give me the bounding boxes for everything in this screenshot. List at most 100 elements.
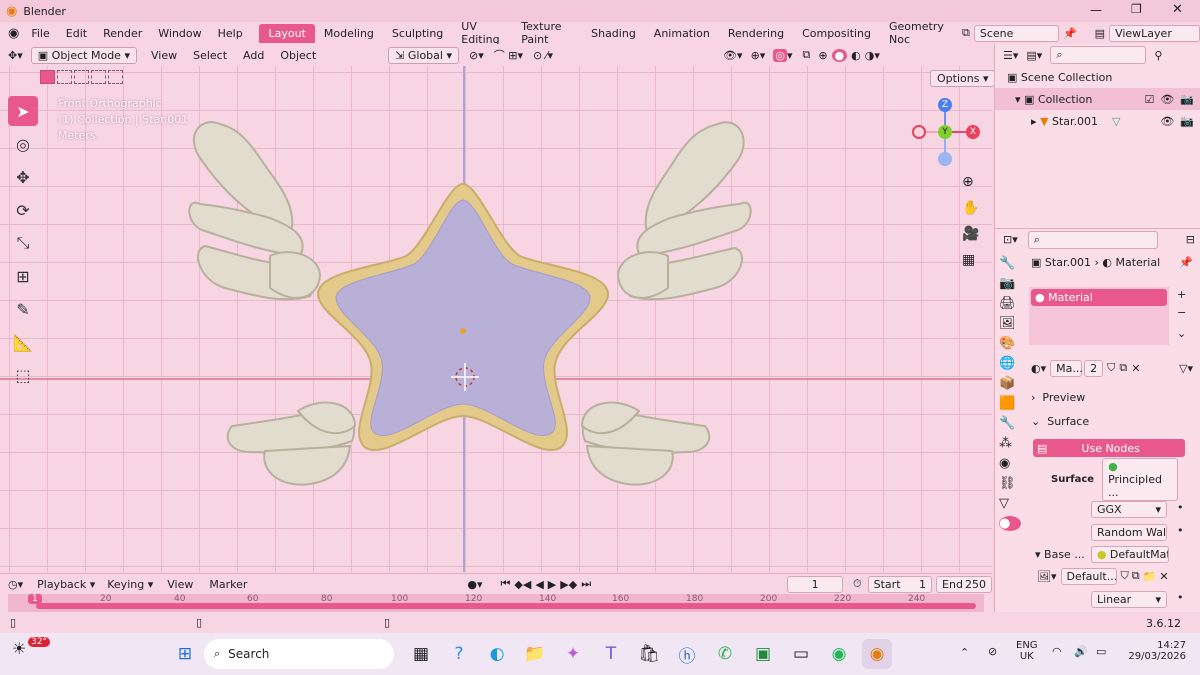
blender-taskbar-icon[interactable]: ◉ — [862, 639, 892, 669]
interpolation-dot-icon[interactable]: • — [1177, 591, 1184, 604]
image-browse-icon[interactable]: 🖼▾ — [1037, 570, 1057, 583]
overlays-icon[interactable]: ◎ — [773, 48, 787, 62]
options-button[interactable]: Options ▾ — [930, 70, 996, 87]
filter-mode-icon[interactable]: ▤▾ — [1026, 49, 1042, 62]
outliner-type-icon[interactable]: ☰▾ — [1003, 49, 1018, 62]
next-keyframe-icon[interactable]: ▶◆ — [560, 578, 577, 591]
shading-wire-icon[interactable]: ⊕ — [818, 49, 827, 62]
subsurface-dot-icon[interactable]: • — [1177, 524, 1184, 537]
material-browse-icon[interactable]: ◐▾ — [1031, 362, 1046, 375]
collection-tab-icon[interactable]: 📦 — [999, 376, 1021, 391]
close-window-button[interactable]: ✕ — [1172, 2, 1183, 17]
material-name-field[interactable]: Ma... — [1050, 359, 1083, 377]
maximize-button[interactable]: ❐ — [1131, 2, 1142, 16]
timeline-scrubber[interactable]: 1 20 40 60 80 100 120 140 160 180 200 22… — [8, 594, 984, 612]
properties-type-icon[interactable]: ⊡▾ — [1003, 233, 1018, 246]
image-name-field[interactable]: Default... — [1060, 567, 1117, 585]
menu-window[interactable]: Window — [150, 27, 209, 40]
editor-type-icon[interactable]: ✥▾ — [8, 49, 23, 62]
volume-icon[interactable]: 🔊 — [1074, 645, 1088, 658]
outliner-filter-icon[interactable]: ⚲ — [1154, 49, 1162, 62]
surface-shader-field[interactable]: ● Principled ... — [1102, 457, 1179, 501]
prev-keyframe-icon[interactable]: ◆◀ — [514, 578, 531, 591]
modifier-icon[interactable]: ▽ — [1112, 115, 1120, 128]
teams-icon[interactable]: T — [596, 639, 626, 669]
jump-end-icon[interactable]: ⏭ — [581, 577, 591, 591]
play-reverse-icon[interactable]: ◀ — [535, 578, 543, 591]
preview-panel-header[interactable]: › Preview — [1025, 386, 1200, 408]
object-eye-icon[interactable]: 👁 — [1160, 115, 1174, 128]
use-nodes-button[interactable]: ▤ Use Nodes — [1033, 439, 1185, 457]
timeline-editor-icon[interactable]: ◷▾ — [8, 578, 23, 591]
view-layer-icon[interactable]: ▤ — [1095, 27, 1105, 40]
measure-tool-icon[interactable]: 📐 — [8, 327, 38, 357]
outliner-scene-collection[interactable]: ▣ Scene Collection — [995, 66, 1200, 88]
tab-compositing[interactable]: Compositing — [793, 24, 880, 43]
gizmo-neg-z[interactable] — [938, 152, 952, 166]
image-fake-user-icon[interactable]: ⛉ — [1121, 569, 1129, 583]
distribution-dot-icon[interactable]: • — [1177, 501, 1184, 514]
material-slot-item[interactable]: ● Material — [1031, 289, 1167, 306]
physics-tab-icon[interactable]: ◉ — [999, 456, 1021, 471]
material-slots-list[interactable]: ● Material — [1029, 287, 1169, 345]
interpolation-dropdown[interactable]: Linear ▾ — [1091, 591, 1167, 608]
image-unlink-icon[interactable]: ✕ — [1159, 570, 1168, 583]
zoom-icon[interactable]: ⊕ — [962, 174, 974, 190]
weather-icon[interactable]: ☀ — [12, 639, 26, 658]
select-invert-icon[interactable] — [91, 70, 106, 84]
view-layer-tab-icon[interactable]: 🖼 — [999, 316, 1021, 331]
add-slot-button[interactable]: + — [1177, 288, 1186, 301]
eye-icon[interactable]: 👁 — [1160, 93, 1174, 106]
current-frame-field[interactable]: 1 — [787, 575, 844, 593]
base-color-field[interactable]: ● DefaultMat... — [1090, 545, 1169, 563]
timeline-view-menu[interactable]: View — [159, 578, 201, 591]
battery-icon[interactable]: ▭ — [1096, 645, 1106, 658]
link-icon[interactable]: ▽▾ — [1179, 362, 1193, 375]
material-tab-icon[interactable]: ● — [999, 516, 1021, 531]
expand-icon[interactable]: ▸ — [1031, 115, 1037, 128]
viewport-menu-add[interactable]: Add — [235, 49, 272, 62]
end-frame-field[interactable]: End 250 — [936, 575, 992, 593]
cursor-tool-icon[interactable]: ◎ — [8, 129, 38, 159]
object-camera-icon[interactable]: 📷 — [1180, 115, 1194, 128]
scene-tab-icon[interactable]: 🎨 — [999, 336, 1021, 351]
grid-toggle-icon[interactable]: ▦ — [962, 252, 975, 268]
viewport-menu-view[interactable]: View — [143, 49, 185, 62]
viewport-menu-select[interactable]: Select — [185, 49, 235, 62]
start-frame-field[interactable]: Start 1 — [867, 575, 933, 593]
camera-icon[interactable]: 🎥 — [962, 226, 979, 242]
taskbar-search[interactable]: ⌕ Search — [204, 639, 394, 669]
visibility-icon[interactable]: 👁▾ — [723, 49, 743, 62]
move-tool-icon[interactable]: ✥ — [8, 162, 38, 192]
surface-panel-header[interactable]: ⌄ Surface — [1025, 410, 1200, 432]
windows-start-icon[interactable]: ⊞ — [170, 639, 200, 669]
snap-icon[interactable]: ⌒ ⊞▾ — [494, 47, 523, 63]
data-tab-icon[interactable]: ▽ — [999, 496, 1021, 511]
navigation-gizmo[interactable]: Z Y X — [910, 96, 980, 166]
playback-menu[interactable]: Playback ▾ — [31, 577, 101, 592]
distribution-dropdown[interactable]: GGX ▾ — [1091, 501, 1167, 518]
clock[interactable]: 14:27 29/03/2026 — [1128, 640, 1186, 662]
image-duplicate-icon[interactable]: ⧉ — [1132, 569, 1140, 583]
gizmo-y[interactable]: Y — [938, 125, 952, 139]
hp-icon[interactable]: ⓗ — [672, 639, 702, 669]
tab-modeling[interactable]: Modeling — [315, 24, 383, 43]
classroom-icon[interactable]: ▣ — [748, 639, 778, 669]
modifiers-tab-icon[interactable]: 🔧 — [999, 416, 1021, 431]
shading-material-icon[interactable]: ◐ — [851, 49, 861, 62]
whatsapp-icon[interactable]: ✆ — [710, 639, 740, 669]
gizmo-toggle-icon[interactable]: ⊕▾ — [751, 49, 766, 62]
tray-network-icon[interactable]: ⊘ — [988, 645, 997, 658]
keying-menu[interactable]: Keying ▾ — [101, 577, 159, 592]
menu-help[interactable]: Help — [210, 27, 251, 40]
constraints-tab-icon[interactable]: ⛓ — [999, 476, 1021, 491]
view-layer-selector[interactable]: ViewLayer — [1109, 24, 1200, 42]
menu-render[interactable]: Render — [95, 27, 150, 40]
select-new-icon[interactable] — [40, 70, 55, 84]
tool-tab-icon[interactable]: 🔧 — [999, 256, 1021, 271]
properties-search[interactable]: ⌕ — [1027, 230, 1158, 249]
collapse-icon[interactable]: ▾ — [1015, 93, 1021, 106]
select-tool-icon[interactable]: ➤ — [8, 96, 38, 126]
gizmo-x[interactable]: X — [966, 125, 980, 139]
record-icon[interactable]: ●▾ — [467, 578, 482, 591]
